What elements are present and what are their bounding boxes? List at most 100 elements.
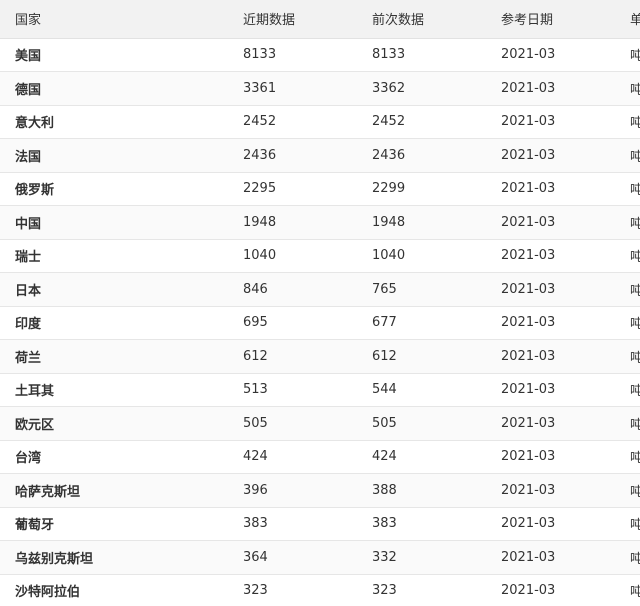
cell-previous: 677: [372, 306, 501, 340]
table-row[interactable]: 乌兹别克斯坦 364 332 2021-03 吨: [0, 540, 640, 575]
cell-recent: 396: [243, 473, 372, 508]
cell-ref-date: 2021-03: [501, 138, 630, 173]
table-row[interactable]: 俄罗斯 2295 2299 2021-03 吨: [0, 172, 640, 206]
cell-recent: 695: [243, 306, 372, 340]
cell-recent: 1040: [243, 239, 372, 273]
cell-ref-date: 2021-03: [501, 339, 630, 374]
cell-unit: 吨: [630, 38, 640, 72]
cell-unit: 吨: [630, 574, 640, 606]
cell-country: 德国: [0, 71, 243, 106]
cell-country: 意大利: [0, 105, 243, 139]
table-header: 国家 近期数据 前次数据 参考日期 单位: [0, 0, 640, 39]
table-row[interactable]: 台湾 424 424 2021-03 吨: [0, 440, 640, 474]
header-row: 国家 近期数据 前次数据 参考日期 单位: [0, 0, 640, 39]
cell-ref-date: 2021-03: [501, 406, 630, 441]
cell-country: 哈萨克斯坦: [0, 473, 243, 508]
header-unit[interactable]: 单位: [630, 0, 640, 39]
cell-previous: 2436: [372, 138, 501, 173]
cell-recent: 323: [243, 574, 372, 606]
header-previous[interactable]: 前次数据: [372, 0, 501, 39]
cell-recent: 1948: [243, 205, 372, 240]
cell-previous: 612: [372, 339, 501, 374]
table-row[interactable]: 美国 8133 8133 2021-03 吨: [0, 38, 640, 72]
cell-country: 法国: [0, 138, 243, 173]
cell-country: 中国: [0, 205, 243, 240]
cell-unit: 吨: [630, 272, 640, 307]
cell-unit: 吨: [630, 172, 640, 206]
table-row[interactable]: 荷兰 612 612 2021-03 吨: [0, 339, 640, 374]
cell-unit: 吨: [630, 406, 640, 441]
cell-country: 乌兹别克斯坦: [0, 540, 243, 575]
cell-country: 土耳其: [0, 373, 243, 407]
cell-ref-date: 2021-03: [501, 507, 630, 541]
cell-unit: 吨: [630, 239, 640, 273]
header-recent[interactable]: 近期数据: [243, 0, 372, 39]
table-row[interactable]: 葡萄牙 383 383 2021-03 吨: [0, 507, 640, 541]
cell-unit: 吨: [630, 540, 640, 575]
table-row[interactable]: 欧元区 505 505 2021-03 吨: [0, 406, 640, 441]
cell-country: 荷兰: [0, 339, 243, 374]
cell-previous: 544: [372, 373, 501, 407]
cell-ref-date: 2021-03: [501, 172, 630, 206]
table-row[interactable]: 法国 2436 2436 2021-03 吨: [0, 138, 640, 173]
cell-unit: 吨: [630, 138, 640, 173]
cell-recent: 2452: [243, 105, 372, 139]
cell-unit: 吨: [630, 205, 640, 240]
cell-country: 日本: [0, 272, 243, 307]
cell-previous: 1948: [372, 205, 501, 240]
table-row[interactable]: 德国 3361 3362 2021-03 吨: [0, 71, 640, 106]
cell-unit: 吨: [630, 373, 640, 407]
cell-previous: 2452: [372, 105, 501, 139]
cell-country: 沙特阿拉伯: [0, 574, 243, 606]
cell-ref-date: 2021-03: [501, 205, 630, 240]
cell-ref-date: 2021-03: [501, 440, 630, 474]
cell-country: 欧元区: [0, 406, 243, 441]
cell-previous: 323: [372, 574, 501, 606]
cell-previous: 383: [372, 507, 501, 541]
cell-recent: 2436: [243, 138, 372, 173]
cell-previous: 388: [372, 473, 501, 508]
cell-ref-date: 2021-03: [501, 306, 630, 340]
cell-country: 美国: [0, 38, 243, 72]
cell-ref-date: 2021-03: [501, 105, 630, 139]
cell-previous: 765: [372, 272, 501, 307]
table-body: 美国 8133 8133 2021-03 吨 德国 3361 3362 2021…: [0, 38, 640, 606]
cell-previous: 2299: [372, 172, 501, 206]
cell-country: 俄罗斯: [0, 172, 243, 206]
cell-recent: 612: [243, 339, 372, 374]
cell-recent: 8133: [243, 38, 372, 72]
cell-ref-date: 2021-03: [501, 540, 630, 575]
cell-country: 瑞士: [0, 239, 243, 273]
cell-country: 印度: [0, 306, 243, 340]
cell-recent: 846: [243, 272, 372, 307]
cell-ref-date: 2021-03: [501, 473, 630, 508]
header-country[interactable]: 国家: [0, 0, 243, 39]
cell-unit: 吨: [630, 71, 640, 106]
cell-recent: 2295: [243, 172, 372, 206]
cell-recent: 424: [243, 440, 372, 474]
cell-recent: 3361: [243, 71, 372, 106]
cell-unit: 吨: [630, 473, 640, 508]
table-row[interactable]: 意大利 2452 2452 2021-03 吨: [0, 105, 640, 139]
cell-recent: 383: [243, 507, 372, 541]
cell-country: 葡萄牙: [0, 507, 243, 541]
table-row[interactable]: 瑞士 1040 1040 2021-03 吨: [0, 239, 640, 273]
table-row[interactable]: 中国 1948 1948 2021-03 吨: [0, 205, 640, 240]
cell-previous: 8133: [372, 38, 501, 72]
cell-ref-date: 2021-03: [501, 574, 630, 606]
table-row[interactable]: 土耳其 513 544 2021-03 吨: [0, 373, 640, 407]
cell-previous: 1040: [372, 239, 501, 273]
cell-country: 台湾: [0, 440, 243, 474]
cell-unit: 吨: [630, 339, 640, 374]
gold-reserves-table: 国家 近期数据 前次数据 参考日期 单位 美国 8133 8133 2021-0…: [0, 0, 640, 606]
cell-recent: 505: [243, 406, 372, 441]
table-row[interactable]: 沙特阿拉伯 323 323 2021-03 吨: [0, 574, 640, 606]
cell-unit: 吨: [630, 507, 640, 541]
table-row[interactable]: 印度 695 677 2021-03 吨: [0, 306, 640, 340]
header-ref-date[interactable]: 参考日期: [501, 0, 630, 39]
table-row[interactable]: 日本 846 765 2021-03 吨: [0, 272, 640, 307]
cell-previous: 424: [372, 440, 501, 474]
cell-ref-date: 2021-03: [501, 71, 630, 106]
cell-unit: 吨: [630, 306, 640, 340]
table-row[interactable]: 哈萨克斯坦 396 388 2021-03 吨: [0, 473, 640, 508]
